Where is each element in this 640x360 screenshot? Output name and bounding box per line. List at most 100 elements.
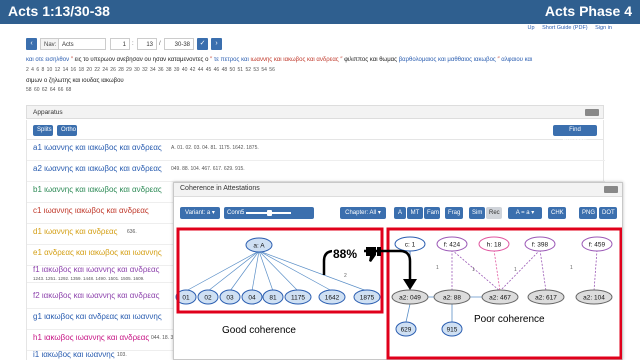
ancestor-node-label: c: 1 xyxy=(405,241,416,248)
next-button[interactable]: › xyxy=(211,38,222,50)
arrow-head-icon xyxy=(403,279,417,290)
title-bar: Acts 1:13/30-38 Acts Phase 4 xyxy=(0,0,640,24)
reading-label[interactable]: c1 ιωαννης ιακωβος και ανδρεας xyxy=(33,206,149,215)
greek-segment[interactable]: φιλιππος και θωμας xyxy=(344,57,397,63)
greek-segment[interactable]: εις το υπερωον ανεβησαν ου ησαν καταμενο… xyxy=(75,57,209,63)
edge-label: 1 xyxy=(436,265,439,271)
coherence-graph: a: A 01 02 03 04 81 1175 1642 1875 2 1 1 1 1 c: 1 f: 42… xyxy=(175,227,622,360)
witness-node-label: 03 xyxy=(226,294,234,301)
mode-a-button[interactable]: A xyxy=(394,207,406,219)
variant-dropdown[interactable]: Variant: a ▾ xyxy=(180,207,220,219)
ancestor-node-label: f: 459 xyxy=(589,241,606,248)
reading-label[interactable]: d1 ιωαννης και ανδρεας xyxy=(33,227,118,236)
witness-node-label: 02 xyxy=(204,294,212,301)
chapter-dropdown[interactable]: Chapter: All ▾ xyxy=(340,207,386,219)
coherence-title: Coherence in Attestations xyxy=(180,185,260,192)
words-field[interactable]: 30-38 xyxy=(164,38,194,50)
root-node-a-label: a: A xyxy=(253,242,265,249)
apparatus-header: Apparatus xyxy=(26,105,604,119)
slider-knob[interactable] xyxy=(266,210,272,216)
coherence-panel: Coherence in Attestations Variant: a ▾ C… xyxy=(173,182,623,360)
splits-button[interactable]: Splits xyxy=(33,125,53,136)
reading-label[interactable]: f1 ιακωβος και ιωαννης και ανδρεας xyxy=(33,265,159,274)
graph-edge xyxy=(258,250,333,292)
witness-list: A. 01. 02. 03. 04. 81. 1175. 1642. 1875. xyxy=(171,145,259,151)
reading-label[interactable]: b1 ιωαννης και ιακωβος και ανδρεας xyxy=(33,185,162,194)
witness-list: 049. 88. 104. 467. 617. 629. 915. xyxy=(171,166,245,172)
coherence-header: Coherence in Attestations xyxy=(174,183,622,197)
edge-label: 2 xyxy=(344,273,347,279)
witness-node-label: a2: 049 xyxy=(399,294,421,301)
graph-edge xyxy=(207,250,260,292)
chapter-field[interactable]: 1 xyxy=(110,38,130,50)
graph-edge xyxy=(258,250,299,292)
book-field[interactable]: Acts xyxy=(58,38,106,50)
greek-line-2[interactable]: σιμων ο ζηλωτης και ιουδας ιακωβου xyxy=(26,78,124,84)
witness-node-label: 629 xyxy=(401,326,412,333)
greek-segment[interactable]: ιακωβος xyxy=(474,57,496,63)
verse-field[interactable]: 13 xyxy=(137,38,157,50)
ortho-button[interactable]: Ortho xyxy=(57,125,77,136)
witness-node-label: 81 xyxy=(269,294,277,301)
window-controls-icon[interactable] xyxy=(585,109,599,116)
percent-label: 88% xyxy=(333,247,357,261)
graph-edge xyxy=(539,249,547,292)
graph-edge xyxy=(451,249,501,292)
greek-segment[interactable]: αλφαιου και xyxy=(501,57,532,63)
png-button[interactable]: PNG xyxy=(579,207,597,219)
reading-label[interactable]: f2 ιακωβος και ιωαννης και ανδρεας xyxy=(33,291,159,300)
witness-list: 103. xyxy=(117,352,127,358)
apparatus-row[interactable]: a1 ιωαννης και ιακωβος και ανδρεας A. 01.… xyxy=(27,140,605,161)
rec-button[interactable]: Rec xyxy=(486,207,502,219)
apparatus-toolbar: Splits Ortho Find Relatives xyxy=(26,120,604,144)
witness-node-label: 04 xyxy=(248,294,256,301)
dot-button[interactable]: DOT xyxy=(599,207,617,219)
reading-label[interactable]: e1 ανδρεας και ιακωβος και ιωαννης xyxy=(33,248,162,257)
witness-node-label: 1875 xyxy=(360,294,375,301)
word-numbers-1: 2 4 6 8 10 12 14 16 18 20 22 24 26 28 29… xyxy=(26,67,275,73)
greek-segment[interactable]: και οτε εισηλθον xyxy=(26,57,69,63)
verse-separator: / xyxy=(159,41,161,47)
apparatus-title: Apparatus xyxy=(33,109,63,116)
sim-button[interactable]: Sim xyxy=(469,207,485,219)
witness-list-continued: 1243. 1251. 1292. 1359. 1448. 1490. 1501… xyxy=(33,276,145,281)
greek-segment-highlight[interactable]: ιωαννης και ιακωβος και ανδρεας xyxy=(250,57,338,63)
apparatus-row[interactable]: a2 ιωαννης και ιακωβος και ανδρεας 049. 8… xyxy=(27,161,605,182)
graph-edge xyxy=(593,249,598,292)
frag-button[interactable]: Frag xyxy=(445,207,463,219)
find-relatives-button[interactable]: Find Relatives xyxy=(553,125,597,144)
short-guide-link[interactable]: Short Guide (PDF) xyxy=(542,25,588,31)
coherence-toolbar: Variant: a ▾ Conn: 5 Chapter: All ▾ A MT… xyxy=(174,201,622,219)
sign-in-link[interactable]: Sign in xyxy=(595,25,612,31)
reading-label[interactable]: g1 ιακωβος και ανδρεας και ιωαννης xyxy=(33,312,162,321)
reading-label[interactable]: a1 ιωαννης και ιακωβος και ανδρεας xyxy=(33,143,162,152)
word-numbers-2: 58 60 62 64 66 68 xyxy=(26,87,72,93)
go-button[interactable]: ✓ xyxy=(197,38,208,50)
mode-fam-button[interactable]: Fam xyxy=(424,207,440,219)
window-controls-icon[interactable] xyxy=(604,186,618,193)
top-links: Up Short Guide (PDF) Sign in xyxy=(522,25,612,31)
edge-label: 1 xyxy=(514,267,517,273)
up-link[interactable]: Up xyxy=(528,25,535,31)
graph-edge xyxy=(251,250,260,292)
conn-value: 5 xyxy=(241,210,245,216)
witness-node-label: a2: 104 xyxy=(583,294,605,301)
mode-mt-button[interactable]: MT xyxy=(407,207,423,219)
prev-button[interactable]: ‹ xyxy=(26,38,37,50)
poor-coherence-label: Poor coherence xyxy=(474,314,545,325)
greek-segment[interactable]: τε πετρος και xyxy=(214,57,249,63)
greek-segment[interactable]: βαρθολομαιος και μαθθαιος xyxy=(399,57,472,63)
reading-label[interactable]: i1 ιακωβος και ιωαννης xyxy=(33,350,115,359)
graph-edge xyxy=(499,249,541,292)
good-coherence-label: Good coherence xyxy=(222,325,296,336)
witness-node-label: a2: 617 xyxy=(535,294,557,301)
connectivity-slider[interactable]: Conn: 5 xyxy=(224,207,314,219)
chapter-separator: : xyxy=(132,41,134,47)
reading-label[interactable]: h1 ιακωβος ιωαννης και ανδρεας xyxy=(33,333,149,342)
chk-button[interactable]: CHK xyxy=(548,207,566,219)
a-equals-a-dropdown[interactable]: A = a ▾ xyxy=(508,207,542,219)
reading-label[interactable]: a2 ιωαννης και ιακωβος και ανδρεας xyxy=(33,164,162,173)
graph-edge xyxy=(185,250,260,292)
witness-node-label: 01 xyxy=(182,294,190,301)
witness-node-label: 915 xyxy=(447,326,458,333)
